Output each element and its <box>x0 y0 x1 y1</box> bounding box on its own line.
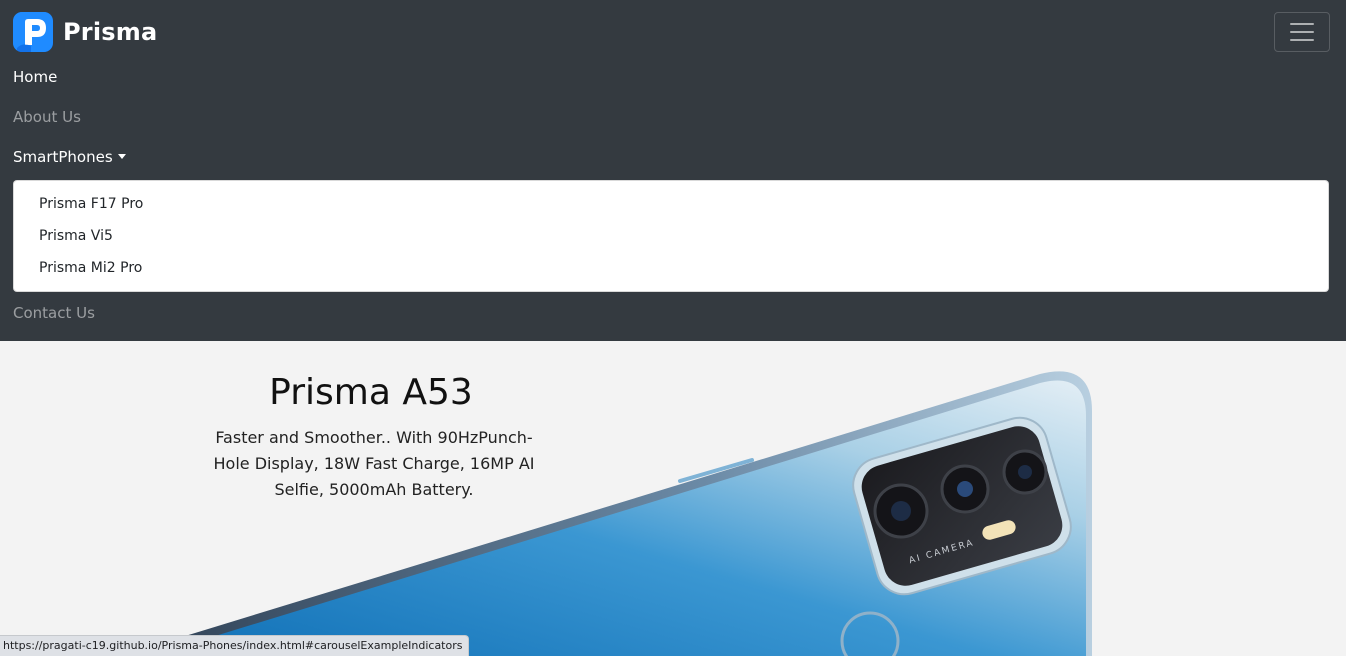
hero-title: Prisma A53 <box>269 372 473 413</box>
caret-down-icon <box>117 154 126 159</box>
hero-description: Faster and Smoother.. With 90HzPunch-Hol… <box>213 428 535 499</box>
nav-link-about[interactable]: About Us <box>13 108 81 126</box>
brand-name: Prisma <box>63 18 158 46</box>
nav-link-home[interactable]: Home <box>13 68 57 86</box>
brand-link[interactable]: Prisma <box>13 12 157 52</box>
nav-link-contact[interactable]: Contact Us <box>13 304 95 322</box>
phone-product-image: AI CAMERA <box>120 371 1092 656</box>
browser-status-url: https://pragati-c19.github.io/Prisma-Pho… <box>0 635 470 656</box>
dropdown-item-prisma-vi5[interactable]: Prisma Vi5 <box>39 228 113 244</box>
dropdown-item-prisma-mi2-pro[interactable]: Prisma Mi2 Pro <box>39 260 142 276</box>
nav-dropdown-label: SmartPhones <box>13 148 113 166</box>
navbar-toggler-button[interactable] <box>1274 12 1330 52</box>
prisma-p-logo-icon <box>13 12 53 52</box>
nav-dropdown-smartphones[interactable]: SmartPhones <box>13 148 126 166</box>
hamburger-menu-icon <box>1290 23 1314 25</box>
top-navbar: Prisma Home About Us SmartPhones Prisma … <box>0 0 1346 341</box>
hero-carousel: AI CAMERA Prisma A53 Faster and Smoother… <box>0 341 1346 656</box>
dropdown-item-prisma-f17-pro[interactable]: Prisma F17 Pro <box>39 196 143 212</box>
smartphones-dropdown-menu: Prisma F17 Pro Prisma Vi5 Prisma Mi2 Pro <box>13 180 1329 292</box>
